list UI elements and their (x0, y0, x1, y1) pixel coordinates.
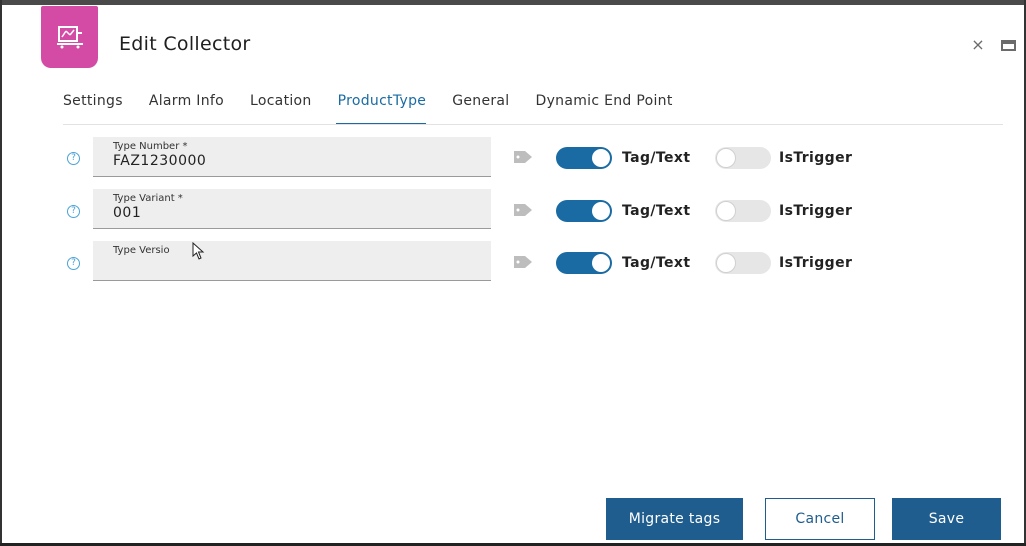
tag-icon (514, 204, 532, 216)
collector-icon (41, 6, 98, 68)
tag-icon (514, 256, 532, 268)
tab-settings[interactable]: Settings (63, 93, 149, 125)
dialog-window: Edit Collector × Settings Alarm Info Loc… (0, 0, 1026, 546)
field-label: Type Number * (113, 141, 188, 152)
toggle-knob (592, 202, 610, 220)
type-number-field[interactable]: Type Number * FAZ1230000 (93, 137, 491, 177)
help-icon[interactable]: ? (67, 205, 80, 218)
minimize-icon[interactable] (1001, 40, 1016, 51)
migrate-tags-button[interactable]: Migrate tags (606, 498, 743, 540)
is-trigger-toggle[interactable] (715, 147, 771, 169)
type-variant-field[interactable]: Type Variant * 001 (93, 189, 491, 229)
tab-location[interactable]: Location (250, 93, 338, 125)
toggle-knob (592, 254, 610, 272)
save-button[interactable]: Save (892, 498, 1001, 540)
tag-text-toggle[interactable] (556, 200, 612, 222)
tab-general[interactable]: General (452, 93, 535, 125)
window-top-border (0, 0, 1026, 5)
field-row-type-number: ? Type Number * FAZ1230000 Tag/Text IsTr… (0, 137, 1026, 179)
is-trigger-label: IsTrigger (779, 255, 853, 271)
dialog-title: Edit Collector (119, 33, 251, 55)
tag-text-label: Tag/Text (622, 150, 691, 166)
close-icon[interactable]: × (971, 37, 985, 53)
type-version-field[interactable]: Type Versio (93, 241, 491, 281)
is-trigger-label: IsTrigger (779, 150, 853, 166)
help-icon[interactable]: ? (67, 152, 80, 165)
is-trigger-toggle[interactable] (715, 252, 771, 274)
cancel-button[interactable]: Cancel (765, 498, 875, 540)
is-trigger-label: IsTrigger (779, 203, 853, 219)
is-trigger-toggle[interactable] (715, 200, 771, 222)
tag-text-toggle[interactable] (556, 252, 612, 274)
tab-alarm-info[interactable]: Alarm Info (149, 93, 250, 125)
tab-divider (63, 124, 1003, 125)
field-row-type-version: ? Type Versio Tag/Text IsTrigger (0, 241, 1026, 283)
tab-bar: Settings Alarm Info Location ProductType… (63, 93, 699, 125)
field-value: FAZ1230000 (113, 153, 207, 169)
toggle-knob (592, 149, 610, 167)
help-icon[interactable]: ? (67, 257, 80, 270)
field-label: Type Versio (113, 245, 170, 256)
tag-text-toggle[interactable] (556, 147, 612, 169)
tag-text-label: Tag/Text (622, 255, 691, 271)
toggle-knob (716, 201, 736, 221)
tag-text-label: Tag/Text (622, 203, 691, 219)
field-value: 001 (113, 205, 142, 221)
tab-dynamic-end-point[interactable]: Dynamic End Point (536, 93, 699, 125)
toggle-knob (716, 148, 736, 168)
field-label: Type Variant * (113, 193, 183, 204)
mouse-cursor-icon (192, 242, 205, 260)
collector-icon-glyph (56, 26, 83, 49)
tag-icon (514, 151, 532, 163)
toggle-knob (716, 253, 736, 273)
tab-product-type[interactable]: ProductType (335, 93, 453, 125)
field-row-type-variant: ? Type Variant * 001 Tag/Text IsTrigger (0, 189, 1026, 231)
